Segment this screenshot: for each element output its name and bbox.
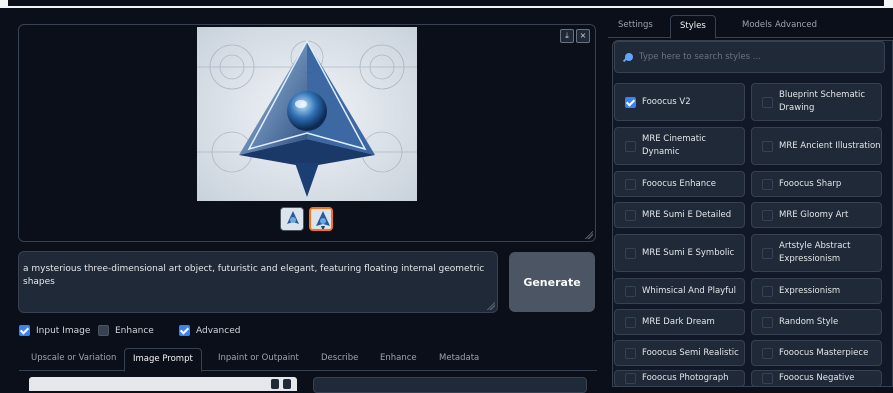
tab-styles[interactable]: Styles xyxy=(670,15,716,39)
close-icon[interactable]: × xyxy=(576,29,590,43)
checkbox-checked-icon xyxy=(179,325,190,336)
style-label: Artstyle Abstract Expressionism xyxy=(779,241,851,264)
style-label: Fooocus Negative xyxy=(779,373,855,383)
style-label: Blueprint Schematic Drawing xyxy=(779,90,866,113)
style-mre-cinematic-dynamic[interactable]: MRE Cinematic Dynamic xyxy=(614,127,745,165)
style-whimsical-and-playful[interactable]: Whimsical And Playful xyxy=(614,278,745,304)
tab-metadata[interactable]: Metadata xyxy=(439,348,479,369)
gallery-thumbnail-selected[interactable] xyxy=(309,207,333,231)
advanced-checkbox[interactable]: Advanced xyxy=(179,325,240,336)
style-fooocus-masterpiece[interactable]: Fooocus Masterpiece xyxy=(751,340,882,366)
gallery-thumbnail[interactable] xyxy=(280,207,304,231)
generate-button[interactable]: Generate xyxy=(509,252,595,312)
style-label: MRE Gloomy Art xyxy=(779,209,849,220)
checkbox-label: Enhance xyxy=(115,325,154,336)
prompt-resize-handle[interactable] xyxy=(487,302,495,310)
prompt-input[interactable]: a mysterious three-dimensional art objec… xyxy=(18,251,498,313)
style-mre-sumi-e-detailed[interactable]: MRE Sumi E Detailed xyxy=(614,202,745,228)
style-label: MRE Sumi E Symbolic xyxy=(642,247,735,258)
checkbox-unchecked-icon xyxy=(762,140,773,152)
top-border xyxy=(0,0,893,8)
style-mre-dark-dream[interactable]: MRE Dark Dream xyxy=(614,309,745,335)
checkbox-unchecked-icon xyxy=(762,209,773,221)
style-fooocus-negative[interactable]: Fooocus Negative xyxy=(751,370,882,387)
style-search-box[interactable] xyxy=(614,41,885,73)
output-gallery: ⤓ × xyxy=(18,24,596,242)
tab-upscale-or-variation[interactable]: Upscale or Variation xyxy=(31,348,116,369)
resize-handle[interactable] xyxy=(585,231,593,239)
tab-advanced[interactable]: Advanced xyxy=(775,15,817,36)
style-random-style[interactable]: Random Style xyxy=(751,309,882,335)
tab-enhance[interactable]: Enhance xyxy=(380,348,417,369)
checkbox-unchecked-icon xyxy=(625,373,636,384)
checkbox-unchecked-icon xyxy=(762,96,773,108)
style-label: MRE Sumi E Detailed xyxy=(642,209,732,220)
style-artstyle-abstract-expressionism[interactable]: Artstyle Abstract Expressionism xyxy=(751,234,882,272)
download-icon[interactable]: ⤓ xyxy=(560,29,574,43)
checkbox-unchecked-icon xyxy=(762,347,773,359)
checkbox-unchecked-icon xyxy=(625,209,636,221)
style-search-input[interactable] xyxy=(637,51,871,63)
search-icon xyxy=(625,53,633,61)
style-fooocus-semi-realistic[interactable]: Fooocus Semi Realistic xyxy=(614,340,745,366)
style-label: Fooocus Semi Realistic xyxy=(642,347,739,358)
enhance-checkbox[interactable]: Enhance xyxy=(98,325,154,336)
generated-image[interactable] xyxy=(197,27,417,201)
input-image-checkbox[interactable]: Input Image xyxy=(19,325,90,336)
style-label: MRE Ancient Illustration xyxy=(779,140,881,151)
style-label: Fooocus Photograph xyxy=(642,373,729,383)
style-label: Fooocus Enhance xyxy=(642,178,717,189)
checkbox-checked-icon xyxy=(625,96,636,108)
prompt-text: a mysterious three-dimensional art objec… xyxy=(23,264,485,287)
settings-tabs: Settings Styles Models Advanced xyxy=(608,15,893,39)
checkbox-checked-icon xyxy=(19,325,30,336)
checkbox-unchecked-icon xyxy=(98,325,109,336)
style-mre-sumi-e-symbolic[interactable]: MRE Sumi E Symbolic xyxy=(614,234,745,272)
tab-models[interactable]: Models xyxy=(742,15,772,36)
checkbox-unchecked-icon xyxy=(625,140,636,152)
tab-describe[interactable]: Describe xyxy=(321,348,358,369)
style-blueprint-schematic-drawing[interactable]: Blueprint Schematic Drawing xyxy=(751,83,882,121)
style-expressionism[interactable]: Expressionism xyxy=(751,278,882,304)
checkbox-unchecked-icon xyxy=(625,247,636,259)
input-tabs: Upscale or Variation Image Prompt Inpain… xyxy=(19,348,597,372)
checkbox-unchecked-icon xyxy=(762,247,773,259)
tab-settings[interactable]: Settings xyxy=(618,15,653,36)
checkbox-label: Advanced xyxy=(196,325,241,336)
image-prompt-image-slot[interactable] xyxy=(29,377,297,391)
image-prompt-settings-panel xyxy=(313,377,587,393)
style-fooocus-v2[interactable]: Fooocus V2 xyxy=(614,83,745,121)
checkbox-unchecked-icon xyxy=(762,373,773,384)
tab-inpaint-or-outpaint[interactable]: Inpaint or Outpaint xyxy=(218,348,299,369)
checkbox-unchecked-icon xyxy=(625,178,636,190)
checkbox-unchecked-icon xyxy=(625,316,636,328)
style-label: Fooocus Sharp xyxy=(779,178,842,189)
checkbox-unchecked-icon xyxy=(762,178,773,190)
style-label: Fooocus V2 xyxy=(642,96,691,107)
style-mre-gloomy-art[interactable]: MRE Gloomy Art xyxy=(751,202,882,228)
checkbox-label: Input Image xyxy=(36,325,91,336)
style-label: Whimsical And Playful xyxy=(642,285,736,296)
style-label: MRE Dark Dream xyxy=(642,316,715,327)
style-fooocus-photograph[interactable]: Fooocus Photograph xyxy=(614,370,745,387)
checkbox-unchecked-icon xyxy=(762,285,773,297)
checkbox-unchecked-icon xyxy=(625,347,636,359)
style-label: Expressionism xyxy=(779,285,841,296)
style-fooocus-sharp[interactable]: Fooocus Sharp xyxy=(751,171,882,197)
style-label: Random Style xyxy=(779,316,839,327)
tab-image-prompt[interactable]: Image Prompt xyxy=(124,348,202,372)
checkbox-unchecked-icon xyxy=(762,316,773,328)
style-mre-ancient-illustration[interactable]: MRE Ancient Illustration xyxy=(751,127,882,165)
checkbox-unchecked-icon xyxy=(625,285,636,297)
style-label: Fooocus Masterpiece xyxy=(779,347,869,358)
style-fooocus-enhance[interactable]: Fooocus Enhance xyxy=(614,171,745,197)
style-label: MRE Cinematic Dynamic xyxy=(642,134,707,157)
